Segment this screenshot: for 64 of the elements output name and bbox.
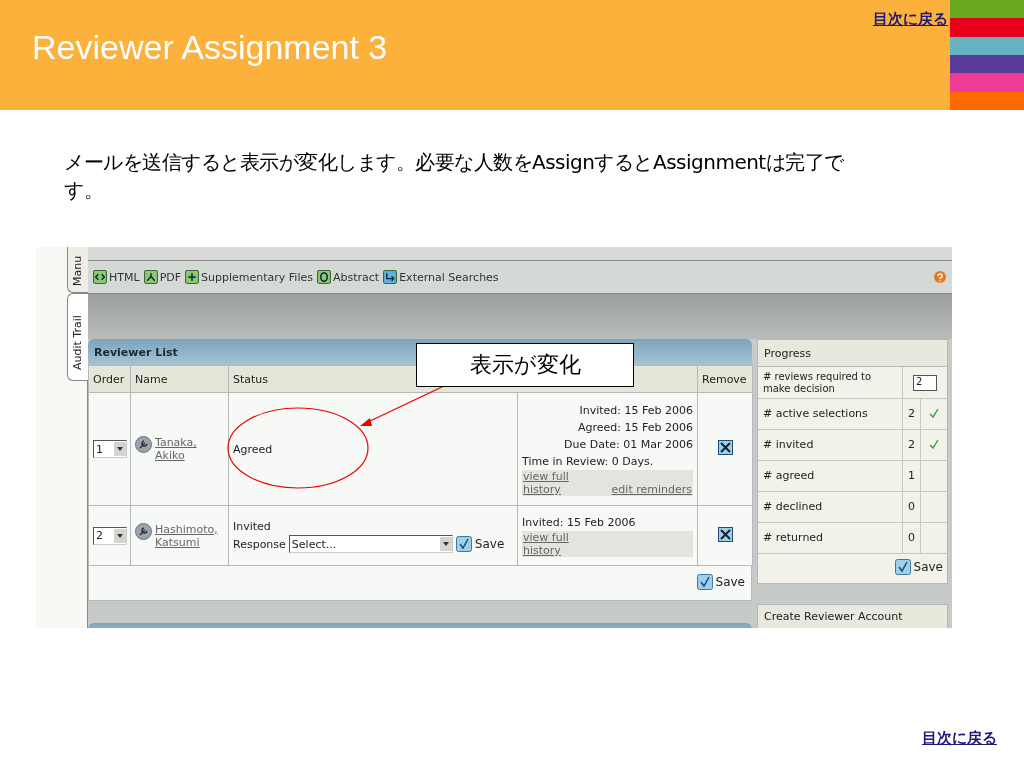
toolbar-link[interactable]: Abstract — [317, 270, 380, 284]
date-text: Invited: 15 Feb 2006 — [578, 403, 693, 419]
panel-title: Create Reviewer Account — [757, 604, 948, 628]
date-text: Agreed: 15 Feb 2006 — [577, 420, 693, 436]
side-tab[interactable]: Manu — [67, 247, 88, 293]
order-select[interactable]: 2 — [93, 526, 127, 545]
progress-count: 0 — [903, 523, 921, 553]
progress-count: 1 — [903, 461, 921, 491]
status-text: Invited — [233, 519, 272, 535]
date-text: Due Date: 01 Mar 2006 — [563, 437, 693, 453]
check-mark-icon — [929, 439, 939, 451]
panel-title: Progress — [758, 340, 947, 367]
date-text: Invited: 15 Feb 2006 — [522, 515, 637, 531]
callout-box: 表示が変化 — [416, 343, 634, 387]
caret-icon — [117, 447, 123, 451]
wrench-icon[interactable] — [135, 522, 152, 540]
save-button[interactable]: Save — [696, 574, 745, 590]
time-text: Time in Review: 0 Days. — [522, 454, 655, 470]
progress-count: 0 — [903, 492, 921, 522]
response-select[interactable]: Select... — [288, 535, 453, 553]
progress-label: # declined — [758, 492, 903, 522]
order-select[interactable]: 1 — [93, 440, 127, 458]
column-header: Order — [88, 365, 131, 393]
caret-icon — [442, 542, 449, 546]
save-button[interactable]: Save — [455, 536, 505, 552]
toolbar-link[interactable]: Supplementary Files — [185, 270, 313, 284]
check-mark-icon — [929, 408, 939, 420]
history-link[interactable]: view full history — [523, 470, 573, 496]
slide-title: Reviewer Assignment 3 — [32, 27, 388, 67]
save-button[interactable]: Save — [894, 559, 943, 575]
toc-link[interactable]: 目次に戻る — [873, 10, 948, 29]
reviewer-name-link[interactable]: Tanaka, Akiko — [155, 436, 197, 462]
status-text: Agreed — [233, 441, 274, 458]
check-icon — [894, 559, 911, 575]
progress-label: # invited — [758, 430, 903, 460]
intro-text: メールを送信すると表示が変化します。必要な人数をAssignするとAssignmentは完了です。 — [64, 149, 845, 204]
toolbar-link[interactable]: PDF — [143, 270, 182, 284]
check-icon — [455, 536, 472, 552]
toolbar-link[interactable]: External Searches — [383, 270, 499, 284]
column-header: Remove — [697, 365, 753, 393]
progress-label: # agreed — [758, 461, 903, 491]
code-icon — [93, 270, 107, 284]
remove-icon[interactable] — [717, 440, 733, 455]
progress-count: 2 — [903, 399, 921, 429]
progress-label: # returned — [758, 523, 903, 553]
toolbar-link[interactable]: HTML — [93, 270, 140, 284]
help-icon[interactable] — [934, 271, 946, 283]
side-tab[interactable]: Audit Trail — [67, 293, 88, 381]
reminders-link[interactable]: edit reminders — [611, 483, 692, 496]
column-header: Name — [130, 365, 229, 393]
required-input[interactable]: 2 — [913, 374, 937, 391]
caret-icon — [117, 533, 123, 538]
circle-icon — [317, 270, 331, 284]
check-icon — [696, 574, 713, 590]
progress-count: 2 — [903, 430, 921, 460]
remove-icon[interactable] — [717, 526, 733, 542]
progress-label: # active selections — [758, 399, 903, 429]
plus-icon — [185, 270, 200, 284]
response-label: Response — [233, 537, 286, 551]
progress-label: # reviews required to make decision — [758, 367, 903, 398]
document-icon — [143, 270, 158, 284]
arrow-icon — [383, 270, 398, 284]
wrench-icon[interactable] — [135, 436, 152, 453]
toc-link[interactable]: 目次に戻る — [922, 729, 997, 748]
